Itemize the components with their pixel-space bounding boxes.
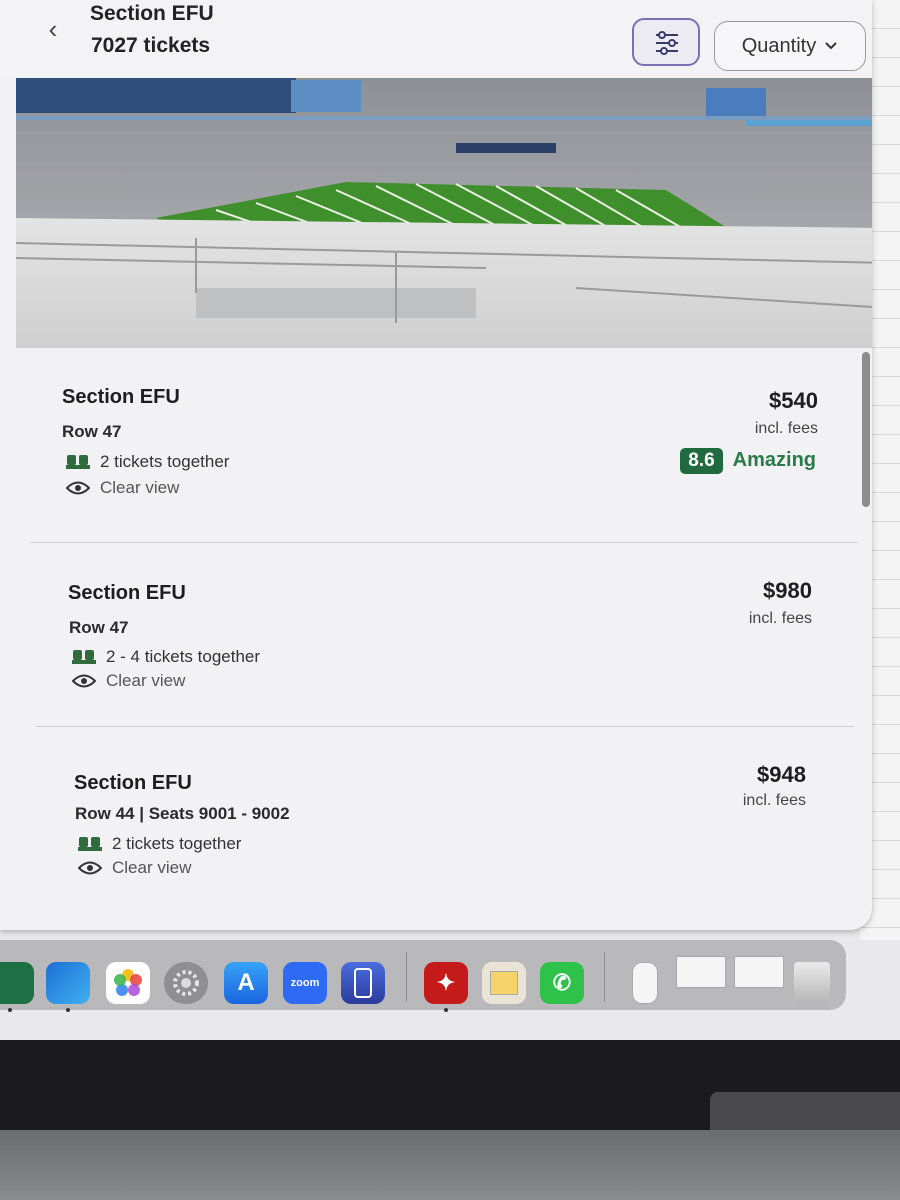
listing-view-label: Clear view: [106, 671, 186, 690]
deal-score-badge: 8.6: [680, 448, 723, 474]
listing-section: Section EFU: [62, 386, 180, 408]
listing-view: Clear view: [66, 478, 179, 498]
dock-separator: [604, 952, 605, 1002]
back-button[interactable]: ‹: [40, 14, 66, 44]
deal-score-label: Amazing: [732, 449, 816, 471]
chevron-left-icon: ‹: [48, 14, 58, 44]
listings-list: Section EFU Row 47 2 tickets together Cl…: [0, 350, 872, 930]
listing-section: Section EFU: [68, 582, 186, 604]
listing-tickets-label: 2 tickets together: [112, 834, 242, 853]
listing-fees: incl. fees: [742, 792, 806, 809]
trash-icon[interactable]: [794, 962, 830, 1004]
ticket-app-window: ‹ Section EFU 7027 tickets Quantity Sect…: [0, 0, 872, 930]
preview-icon[interactable]: [482, 962, 526, 1004]
stadium-view-image: [16, 78, 872, 348]
listing-fees: incl. fees: [754, 420, 818, 437]
simulator-icon[interactable]: [341, 962, 385, 1004]
eye-icon: [72, 674, 96, 688]
listing-row: Row 47: [69, 618, 129, 637]
word-document-icon[interactable]: [734, 956, 784, 988]
divider: [36, 726, 854, 727]
running-indicator: [8, 1008, 12, 1012]
excel-icon[interactable]: [0, 962, 34, 1004]
page-title: Section EFU: [90, 2, 214, 25]
listing-section: Section EFU: [74, 772, 192, 794]
listing-view: Clear view: [78, 858, 191, 878]
system-settings-icon[interactable]: [164, 962, 208, 1004]
listing-tickets-label: 2 - 4 tickets together: [106, 647, 261, 666]
acrobat-icon[interactable]: ✦: [424, 962, 468, 1004]
divider: [30, 542, 858, 543]
document-icon[interactable]: [632, 962, 658, 1004]
eye-icon: [78, 861, 102, 875]
ticket-count: 7027 tickets: [91, 34, 211, 57]
listing-price: $948: [757, 762, 806, 787]
seats-icon: [66, 455, 90, 469]
listing-tickets: 2 - 4 tickets together: [72, 647, 260, 667]
listing-price: $980: [763, 578, 812, 603]
zoom-label: zoom: [290, 977, 320, 989]
seats-icon: [78, 837, 102, 851]
listing-row: Row 47: [62, 422, 122, 441]
zoom-icon[interactable]: zoom: [283, 962, 327, 1004]
listing-fees: incl. fees: [748, 610, 812, 627]
listing-view: Clear view: [72, 671, 185, 691]
word-document-icon[interactable]: [676, 956, 726, 988]
quantity-dropdown[interactable]: Quantity: [714, 21, 866, 71]
dock-separator: [406, 952, 407, 1002]
listing-card[interactable]: Section EFU Row 47 2 tickets together Cl…: [0, 350, 872, 540]
sliders-icon: [656, 31, 678, 55]
listing-view-label: Clear view: [112, 858, 192, 877]
listing-tickets: 2 tickets together: [66, 452, 229, 472]
seats-icon: [72, 650, 96, 664]
header: ‹ Section EFU 7027 tickets Quantity: [0, 0, 872, 76]
monitor-screen: ‹ Section EFU 7027 tickets Quantity Sect…: [0, 0, 900, 1040]
listing-price: $540: [769, 388, 818, 413]
listing-tickets: 2 tickets together: [78, 834, 241, 854]
laptop-base: [0, 1130, 900, 1200]
laptop-hinge: [710, 1092, 900, 1132]
listing-card[interactable]: Section EFU Row 47 2 - 4 tickets togethe…: [0, 544, 872, 728]
phone-icon[interactable]: ✆: [540, 962, 584, 1004]
listing-view-label: Clear view: [100, 478, 180, 497]
listing-card[interactable]: Section EFU Row 44 | Seats 9001 - 9002 2…: [0, 728, 872, 928]
chevron-down-icon: [825, 42, 837, 50]
outlook-icon[interactable]: [46, 962, 90, 1004]
scrollbar[interactable]: [862, 352, 870, 507]
listing-row: Row 44 | Seats 9001 - 9002: [75, 804, 290, 823]
quantity-label: Quantity: [741, 34, 817, 57]
running-indicator: [66, 1008, 70, 1012]
running-indicator: [444, 1008, 448, 1012]
photos-icon[interactable]: [106, 962, 150, 1004]
app-store-icon[interactable]: A: [224, 962, 268, 1004]
filter-button[interactable]: [632, 18, 700, 66]
eye-icon: [66, 481, 90, 495]
deal-score: 8.6 Amazing: [680, 448, 816, 474]
listing-tickets-label: 2 tickets together: [100, 452, 230, 471]
